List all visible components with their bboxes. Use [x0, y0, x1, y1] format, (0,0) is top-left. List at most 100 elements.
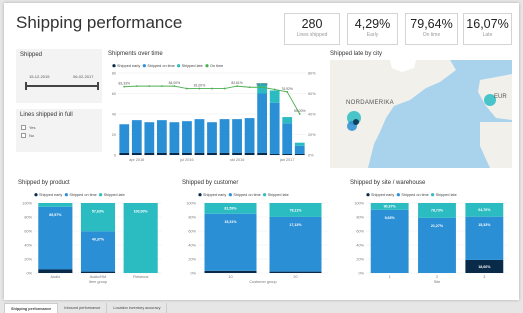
customer-chart[interactable]: Shipped early Shipped on time Shipped late…	[180, 189, 332, 293]
kpi-lines-shipped[interactable]: 280 Lines shipped	[284, 13, 340, 45]
tab-shipping-performance[interactable]: Shipping performance	[4, 303, 59, 313]
data-label: 81,00%	[194, 84, 206, 88]
x-axis-label: Item group	[89, 280, 107, 284]
tab-location-inventory-accuracy[interactable]: Location inventory accuracy	[107, 303, 168, 313]
option-yes[interactable]: Yes	[21, 125, 36, 131]
bar-segment-early[interactable]	[257, 152, 268, 155]
bar-segment-early[interactable]	[131, 152, 142, 155]
bar-segment-early[interactable]	[204, 270, 257, 273]
bar-segment-early[interactable]	[244, 152, 255, 155]
kpi-early[interactable]: 4,29% Early	[347, 13, 398, 45]
y2-tick-label: 0%	[308, 153, 314, 157]
bar-segment-early[interactable]	[144, 152, 155, 155]
bar-segment-on-time[interactable]	[269, 102, 280, 154]
bar-segment-on-time[interactable]	[207, 122, 217, 153]
bar-segment-early[interactable]	[294, 153, 305, 155]
date-from[interactable]: 15-12-2015	[29, 74, 49, 79]
option-no[interactable]: No	[21, 133, 34, 139]
bar-segment-on-time[interactable]	[194, 119, 205, 153]
line-point[interactable]	[223, 87, 226, 90]
y-tick-label: 60	[112, 92, 116, 96]
bar-segment-early[interactable]	[38, 269, 73, 274]
kpi-late[interactable]: 16,07% Late	[463, 13, 512, 45]
bar-segment-early[interactable]	[269, 153, 280, 155]
lines-shipped-in-full-slicer[interactable]: Lines shipped in full Yes No	[16, 109, 102, 152]
bar-segment-early[interactable]	[282, 153, 293, 155]
bar-segment-early[interactable]	[269, 271, 322, 273]
data-label: 21,27%	[431, 224, 444, 228]
line-point[interactable]	[123, 85, 126, 88]
bar-segment-on-time[interactable]	[282, 123, 293, 154]
slider-end-handle[interactable]	[97, 82, 99, 90]
bar-segment-on-time[interactable]	[144, 122, 155, 153]
bar-segment-late[interactable]	[123, 203, 158, 273]
legend-label: On time	[210, 64, 223, 68]
shipments-over-time-chart[interactable]: Shipped early Shipped on time Shipped late…	[108, 59, 324, 167]
x-tick-label: okt 2016	[230, 158, 245, 162]
bar-segment-late[interactable]	[269, 90, 280, 103]
kpi-on-time[interactable]: 79,64% On time	[405, 13, 458, 45]
line-point[interactable]	[160, 85, 163, 88]
bar-segment-early[interactable]	[207, 152, 217, 155]
bar-segment-on-time[interactable]	[169, 122, 180, 153]
city-bubble[interactable]	[353, 119, 359, 125]
bar-segment-late[interactable]	[80, 203, 116, 232]
y2-tick-label: 40%	[308, 112, 316, 116]
bar-segment-on-time[interactable]	[182, 121, 192, 153]
bar-segment-on-time[interactable]	[156, 120, 167, 153]
bar-segment-on-time[interactable]	[219, 119, 230, 153]
date-range-slider[interactable]	[26, 85, 98, 87]
bar-segment-early[interactable]	[169, 152, 180, 155]
legend-label: Shipped late	[104, 193, 125, 197]
bar-segment-late[interactable]	[294, 142, 305, 146]
shipped-date-slicer[interactable]: Shipped 15-12-2015 06-02-2017	[16, 49, 102, 103]
data-label: 90,37%	[384, 205, 397, 209]
line-point[interactable]	[261, 86, 264, 89]
shipped-late-map[interactable]: NORDAMERIKA EUR	[330, 60, 512, 168]
slicer-title: Lines shipped in full	[20, 112, 73, 118]
bar-segment-on-time[interactable]	[244, 118, 255, 153]
line-point[interactable]	[198, 87, 201, 90]
bar-segment-late[interactable]	[282, 117, 293, 124]
line-point[interactable]	[298, 113, 301, 115]
map-label-north-america: NORDAMERIKA	[346, 100, 394, 106]
line-point[interactable]	[273, 88, 276, 91]
line-point[interactable]	[135, 85, 138, 88]
product-chart[interactable]: Shipped early Shipped on time Shipped late…	[16, 189, 166, 293]
checkbox[interactable]	[21, 133, 26, 139]
x-tick-label: Audio	[50, 275, 60, 279]
bar-segment-early[interactable]	[119, 152, 130, 155]
tab-inbound-performance[interactable]: Inbound performance	[58, 303, 108, 313]
data-label: 18,66%	[478, 265, 491, 269]
bar-segment-on-time[interactable]	[131, 120, 142, 153]
bar-segment-early[interactable]	[182, 152, 192, 155]
bar-segment-on-time[interactable]	[232, 119, 242, 153]
bar-segment-early[interactable]	[156, 152, 167, 155]
line-point[interactable]	[148, 85, 151, 88]
legend-swatch	[205, 64, 209, 68]
slider-start-handle[interactable]	[25, 82, 27, 90]
legend-label: Shipped late	[268, 193, 289, 197]
site-chart[interactable]: Shipped early Shipped on time Shipped late…	[348, 189, 512, 293]
bar-segment-early[interactable]	[80, 271, 116, 273]
line-point[interactable]	[248, 86, 251, 89]
line-point[interactable]	[186, 87, 188, 90]
line-point[interactable]	[286, 91, 289, 93]
bar-segment-on-time[interactable]	[257, 93, 268, 153]
bar-segment-on-time[interactable]	[294, 145, 305, 154]
x-axis-label: Site	[434, 280, 441, 284]
data-label: 82,61%	[231, 81, 243, 85]
date-to[interactable]: 06-02-2017	[73, 74, 93, 79]
bar-segment-on-time[interactable]	[119, 124, 130, 153]
bar-segment-early[interactable]	[194, 152, 205, 155]
checkbox[interactable]	[21, 125, 26, 131]
legend-swatch	[228, 193, 232, 197]
kpi-label: Early	[366, 32, 379, 38]
bar-segment-early[interactable]	[232, 152, 242, 155]
line-point[interactable]	[211, 87, 213, 90]
line-point[interactable]	[236, 85, 238, 88]
bar-segment-late[interactable]	[38, 203, 73, 207]
customer-chart-title: Shipped by customer	[182, 180, 239, 186]
bar-segment-early[interactable]	[219, 152, 230, 155]
line-point[interactable]	[173, 85, 176, 88]
